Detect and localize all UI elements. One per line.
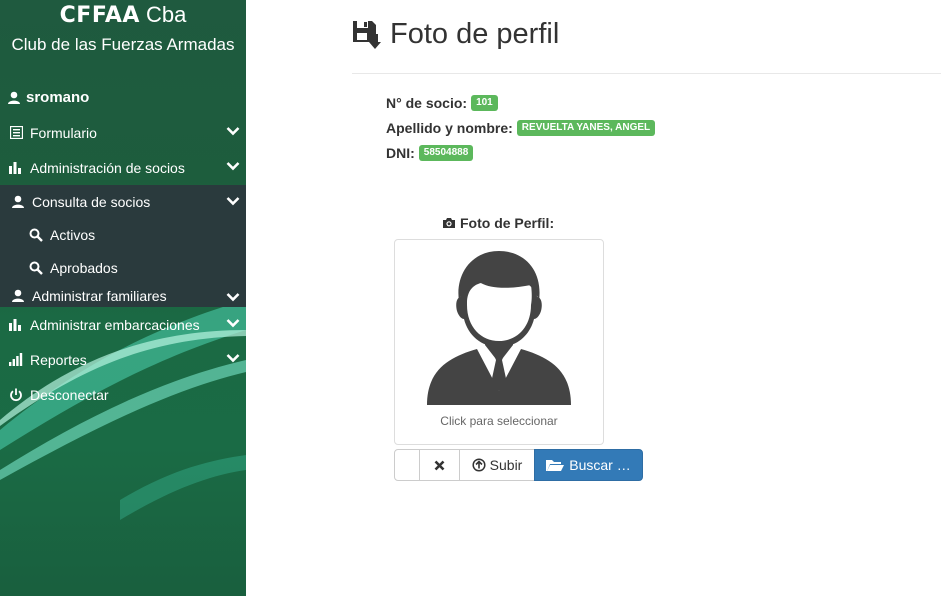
- chevron-down-icon: [226, 162, 240, 171]
- socio-number-badge: 101: [471, 95, 498, 111]
- sidebar-item-administracion-socios[interactable]: Administración de socios: [0, 150, 246, 185]
- search-icon: [27, 228, 45, 242]
- signal-icon: [7, 353, 25, 366]
- dni-badge: 58504888: [418, 145, 474, 161]
- sidebar-item-desconectar[interactable]: Desconectar: [0, 377, 246, 412]
- sidebar-item-aprobados[interactable]: Aprobados: [0, 251, 246, 284]
- photo-label: Foto de Perfil:: [442, 215, 554, 231]
- submenu-administracion-socios: Consulta de socios Activos Aprobados Adm…: [0, 185, 246, 307]
- dni-label: DNI:: [386, 145, 415, 161]
- sidebar-item-administrar-familiares[interactable]: Administrar familiares: [0, 284, 246, 307]
- sidebar-item-label: Administrar familiares: [32, 287, 167, 304]
- sidebar-item-label: Desconectar: [30, 386, 109, 403]
- sidebar: CFFAA Cba Club de las Fuerzas Armadas sr…: [0, 0, 246, 596]
- sidebar-item-administrar-embarcaciones[interactable]: Administrar embarcaciones: [0, 307, 246, 342]
- socio-number-label: N° de socio:: [386, 95, 468, 111]
- camera-icon: [443, 218, 455, 228]
- close-icon: [434, 460, 445, 470]
- socio-number-row: N° de socio: 101: [386, 95, 498, 111]
- brand-title-light: Cba: [139, 2, 187, 27]
- chevron-down-icon: [226, 319, 240, 328]
- user-profile[interactable]: sromano: [7, 89, 89, 106]
- photo-hint: Click para seleccionar: [440, 414, 558, 428]
- user-icon: [9, 289, 27, 303]
- dni-row: DNI: 58504888: [386, 145, 474, 161]
- bar-chart-icon: [7, 161, 25, 174]
- chevron-down-icon: [226, 354, 240, 363]
- full-name-badge: REVUELTA YANES, ANGEL: [516, 120, 656, 136]
- list-icon: [7, 126, 25, 139]
- sidebar-item-label: Administración de socios: [30, 159, 185, 176]
- upload-button-label: Subir: [489, 457, 523, 473]
- full-name-row: Apellido y nombre: REVUELTA YANES, ANGEL: [386, 120, 656, 136]
- file-name-display[interactable]: [394, 449, 420, 481]
- sidebar-menu: Formulario Administración de socios Cons…: [0, 115, 246, 412]
- brand-title-bold: CFFAA: [59, 3, 140, 28]
- sidebar-item-label: Activos: [50, 226, 96, 243]
- page-title: Foto de perfil: [390, 18, 560, 50]
- sidebar-item-label: Aprobados: [50, 259, 118, 276]
- sidebar-item-label: Administrar embarcaciones: [30, 316, 200, 333]
- sidebar-item-activos[interactable]: Activos: [0, 218, 246, 251]
- sidebar-item-label: Consulta de socios: [32, 193, 151, 210]
- upload-button[interactable]: Subir: [459, 449, 535, 481]
- sidebar-item-formulario[interactable]: Formulario: [0, 115, 246, 150]
- sidebar-item-reportes[interactable]: Reportes: [0, 342, 246, 377]
- chevron-down-icon: [226, 293, 240, 302]
- file-input-group: Subir Buscar …: [394, 449, 643, 481]
- sidebar-item-label: Reportes: [30, 351, 87, 368]
- user-icon: [9, 195, 27, 209]
- browse-button-label: Buscar …: [569, 457, 631, 473]
- brand: CFFAA Cba Club de las Fuerzas Armadas: [0, 0, 246, 55]
- user-icon: [8, 91, 20, 104]
- browse-button[interactable]: Buscar …: [534, 449, 643, 481]
- search-icon: [27, 261, 45, 275]
- main-content: Foto de perfil N° de socio: 101 Apellido…: [246, 0, 941, 596]
- folder-open-icon: [546, 459, 565, 471]
- photo-label-text: Foto de Perfil:: [460, 215, 555, 231]
- full-name-label: Apellido y nombre:: [386, 120, 513, 136]
- chevron-down-icon: [226, 197, 240, 206]
- brand-title: CFFAA Cba: [0, 2, 246, 29]
- page-header: Foto de perfil: [352, 18, 559, 51]
- username: sromano: [26, 89, 90, 106]
- divider: [352, 73, 941, 74]
- brand-subtitle: Club de las Fuerzas Armadas: [11, 35, 235, 54]
- remove-button[interactable]: [419, 449, 460, 481]
- sidebar-item-consulta-socios[interactable]: Consulta de socios: [0, 185, 246, 218]
- profile-photo-dropzone[interactable]: Click para seleccionar: [394, 239, 604, 445]
- avatar-placeholder-icon: [427, 251, 571, 405]
- bar-chart-icon: [7, 318, 25, 331]
- sidebar-item-label: Formulario: [30, 124, 97, 141]
- save-download-icon: [353, 20, 381, 49]
- upload-icon: [472, 458, 486, 472]
- power-icon: [7, 388, 25, 402]
- chevron-down-icon: [226, 127, 240, 136]
